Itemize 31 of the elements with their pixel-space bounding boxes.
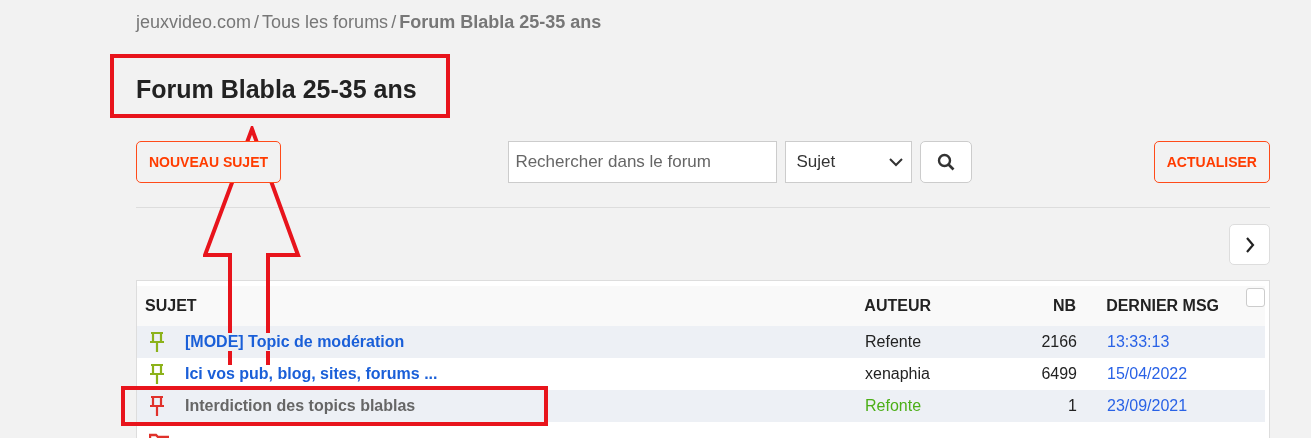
select-all-checkbox[interactable] xyxy=(1246,288,1265,307)
breadcrumb-link[interactable]: Tous les forums xyxy=(262,12,389,33)
last-message-link[interactable]: 23/09/2021 xyxy=(1107,397,1188,415)
chevron-down-icon xyxy=(889,157,904,167)
next-page-button[interactable] xyxy=(1229,224,1270,265)
column-header: NB xyxy=(1053,297,1077,315)
search-icon xyxy=(937,153,956,171)
refresh-button[interactable]: ACTUALISER xyxy=(1153,141,1270,183)
forum-title: Forum Blabla 25-35 ans xyxy=(136,74,418,104)
reply-count: 6499 xyxy=(1041,365,1077,383)
chevron-right-icon xyxy=(1244,236,1255,253)
topic-link[interactable]: Ici vos pub, blog, sites, forums ... xyxy=(183,365,440,383)
column-header: DERNIER MSG xyxy=(1106,297,1220,315)
breadcrumb-current: Forum Blabla 25-35 ans xyxy=(399,12,602,33)
last-message-link[interactable]: 13:33:13 xyxy=(1107,333,1170,351)
last-message-link[interactable]: 15/04/2022 xyxy=(1107,365,1188,383)
column-header: AUTEUR xyxy=(864,297,931,315)
breadcrumb-separator: / xyxy=(391,12,397,33)
author-name[interactable]: Refente xyxy=(865,333,922,351)
search-field[interactable]: Rechercher dans le forum xyxy=(508,141,778,183)
reply-count: 2166 xyxy=(1041,333,1077,351)
topic-link[interactable]: [MODE] Topic de modération xyxy=(183,333,407,351)
reply-count: 1 xyxy=(1068,397,1077,415)
new-topic-button[interactable]: NOUVEAU SUJET xyxy=(136,141,282,183)
column-header: SUJET xyxy=(145,297,197,315)
author-name[interactable]: xenaphia xyxy=(865,365,930,383)
topic-link[interactable]: Interdiction des topics blablas xyxy=(183,397,418,415)
breadcrumb-separator: / xyxy=(254,12,260,33)
breadcrumb-link[interactable]: jeuxvideo.com xyxy=(136,12,252,33)
search-button[interactable] xyxy=(920,141,973,183)
scope-dropdown[interactable]: Sujet xyxy=(785,141,913,183)
